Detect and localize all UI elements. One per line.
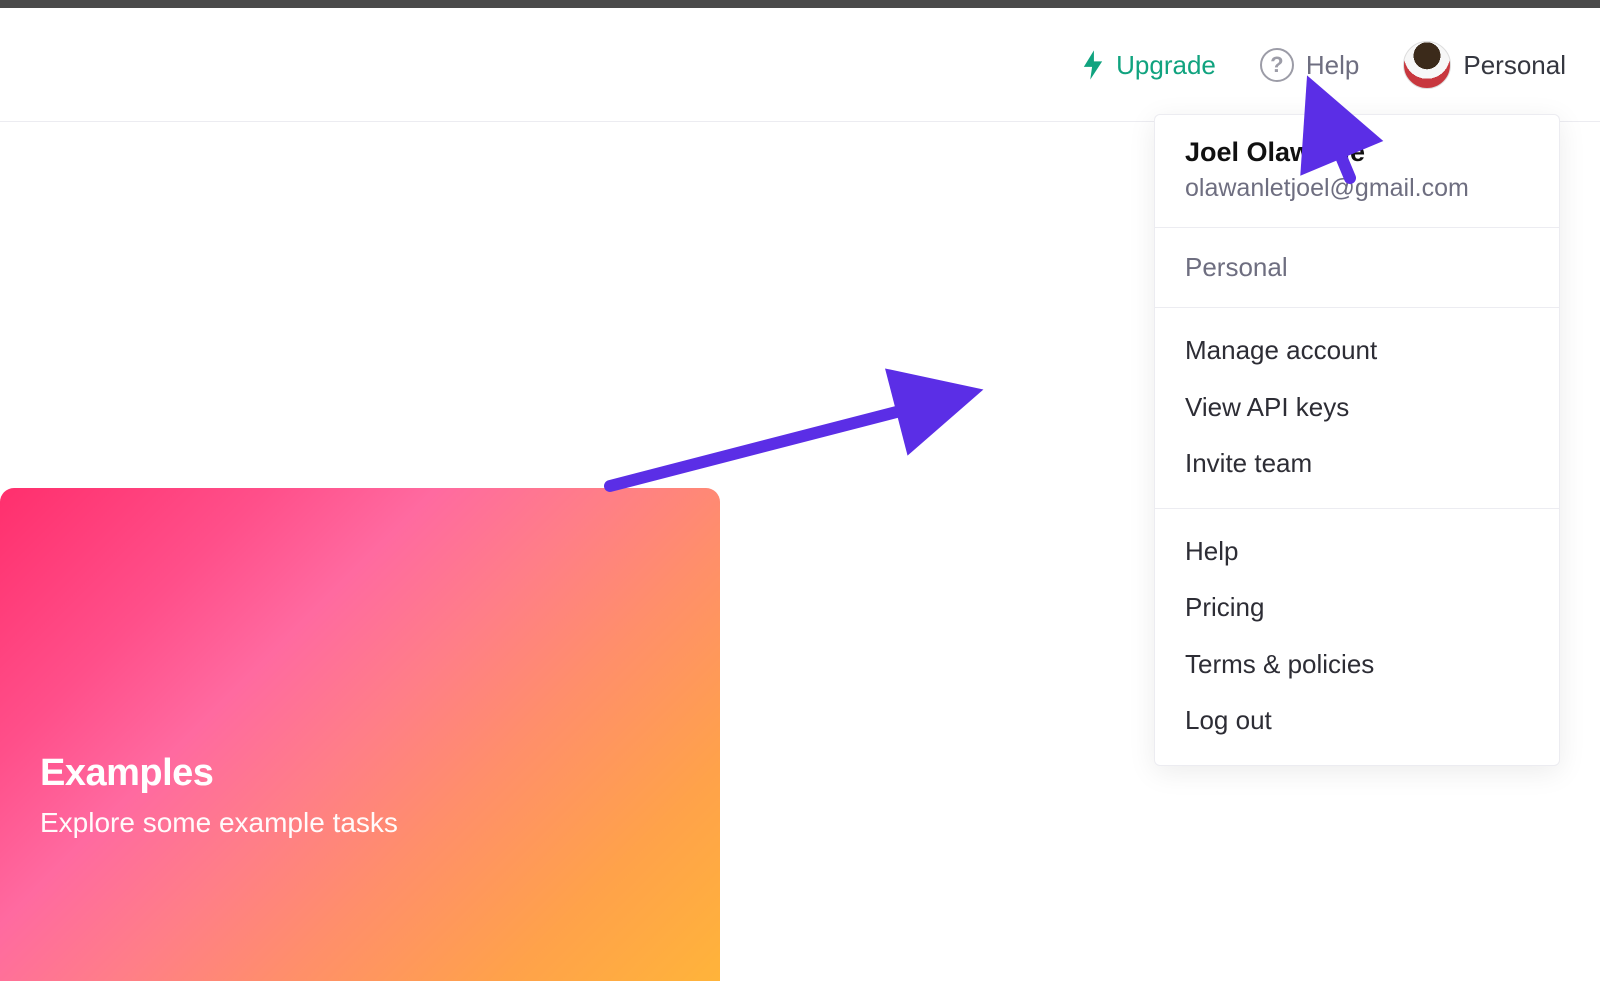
menu-workspace[interactable]: Personal [1155, 228, 1559, 308]
menu-item-help[interactable]: Help [1155, 523, 1559, 580]
upgrade-label: Upgrade [1116, 52, 1216, 78]
menu-item-invite-team[interactable]: Invite team [1155, 435, 1559, 492]
workspace-switcher[interactable]: Personal [1403, 41, 1566, 89]
user-info: Joel Olawanle olawanletjoel@gmail.com [1155, 115, 1559, 228]
help-icon: ? [1260, 48, 1294, 82]
user-email: olawanletjoel@gmail.com [1185, 174, 1529, 203]
upgrade-link[interactable]: Upgrade [1082, 50, 1216, 80]
avatar [1403, 41, 1451, 89]
menu-item-logout[interactable]: Log out [1155, 692, 1559, 749]
bolt-icon [1082, 50, 1104, 80]
workspace-label: Personal [1463, 52, 1566, 78]
card-title: Examples [40, 752, 680, 795]
menu-group-account: Manage account View API keys Invite team [1155, 308, 1559, 509]
menu-item-terms[interactable]: Terms & policies [1155, 636, 1559, 693]
card-subtitle: Explore some example tasks [40, 807, 680, 839]
menu-item-pricing[interactable]: Pricing [1155, 579, 1559, 636]
help-link[interactable]: ? Help [1260, 48, 1359, 82]
help-label: Help [1306, 52, 1359, 78]
account-menu: Joel Olawanle olawanletjoel@gmail.com Pe… [1154, 114, 1560, 766]
arrow-to-api-keys [610, 394, 966, 486]
menu-group-misc: Help Pricing Terms & policies Log out [1155, 509, 1559, 765]
menu-item-manage-account[interactable]: Manage account [1155, 322, 1559, 379]
menu-item-view-api-keys[interactable]: View API keys [1155, 379, 1559, 436]
top-bar: Upgrade ? Help Personal [0, 8, 1600, 122]
user-name: Joel Olawanle [1185, 137, 1529, 168]
examples-card[interactable]: Examples Explore some example tasks [0, 488, 720, 981]
